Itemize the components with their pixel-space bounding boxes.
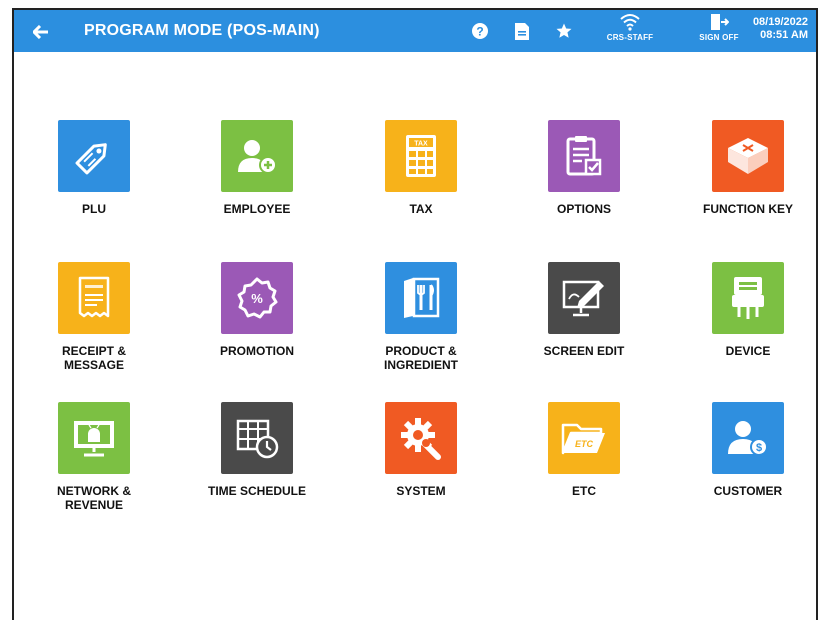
tile-label: PROMOTION [220,344,294,358]
datetime-display: 08/19/2022 08:51 AM [753,16,808,42]
gear-wrench-icon [401,418,441,460]
tax-calculator-icon: TAX [406,135,436,177]
time-text: 08:51 AM [760,29,808,41]
svg-text:TAX: TAX [414,141,428,148]
tile-icon-box [385,262,457,334]
tile-tax[interactable]: TAX TAX [356,120,486,240]
tile-label: ETC [572,484,596,498]
tile-icon-box [548,120,620,192]
tile-label: SCREEN EDIT [543,344,625,358]
calendar-clock-icon [236,419,279,459]
tile-label: FUNCTION KEY [703,202,793,216]
tile-icon-box [58,402,130,474]
monitor-pen-icon [562,280,604,317]
date-text: 08/19/2022 [752,16,808,28]
document-icon [515,22,529,40]
tile-icon-box: TAX [385,120,457,192]
svg-text:%: % [251,291,263,306]
tile-icon-box: $ [712,402,784,474]
tile-icon-box: % [221,262,293,334]
tile-customer[interactable]: $ CUSTOMER [683,402,813,522]
folder-icon: ETC [561,423,605,455]
svg-text:ETC: ETC [575,439,594,449]
exit-door-icon [711,14,729,30]
tile-label: RECEIPT & MESSAGE [61,344,126,372]
tile-plu[interactable]: PLU [29,120,159,240]
percent-badge-icon: % [237,277,278,319]
recipe-book-icon [404,277,440,318]
tile-label: CUSTOMER [713,484,783,498]
keycap-icon [728,138,768,174]
document-button[interactable] [511,20,533,42]
receipt-icon [78,276,110,318]
tile-icon-box [548,262,620,334]
wifi-label: CRS-STAFF [606,33,654,42]
price-tag-icon [75,143,107,175]
tile-label: DEVICE [725,344,771,358]
clipboard-check-icon [566,136,602,176]
back-arrow-icon [33,25,48,39]
favorite-button[interactable] [553,20,575,42]
header-bar: PROGRAM MODE (POS-MAIN) ? CRS-STAFF SIGN… [12,8,818,52]
tile-promotion[interactable]: % PROMOTION [192,262,322,382]
tile-network-revenue[interactable]: NETWORK & REVENUE [29,402,159,522]
tile-function-key[interactable]: FUNCTION KEY [683,120,813,240]
tile-icon-box: ETC [548,402,620,474]
tile-options[interactable]: OPTIONS [519,120,649,240]
tile-receipt-message[interactable]: RECEIPT & MESSAGE [29,262,159,382]
svg-text:?: ? [476,25,483,39]
tile-employee[interactable]: EMPLOYEE [192,120,322,240]
customer-dollar-icon: $ [728,421,768,456]
back-button[interactable] [28,19,54,45]
tile-label: EMPLOYEE [223,202,291,216]
svg-text:$: $ [756,442,762,454]
tile-label: TIME SCHEDULE [207,484,306,498]
tile-icon-box [385,402,457,474]
tile-etc[interactable]: ETC ETC [519,402,649,522]
tile-time-schedule[interactable]: TIME SCHEDULE [192,402,322,522]
tile-device[interactable]: DEVICE [683,262,813,382]
wifi-icon [620,14,640,31]
tile-label: PRODUCT & INGREDIENT [383,344,458,372]
tile-icon-box [712,120,784,192]
tile-label: PLU [82,202,106,216]
help-button[interactable]: ? [469,20,491,42]
add-person-icon [238,140,277,174]
tile-label: SYSTEM [396,484,446,498]
tile-system[interactable]: SYSTEM [356,402,486,522]
wifi-status-button[interactable]: CRS-STAFF [604,13,656,51]
sign-off-button[interactable]: SIGN OFF [694,13,744,51]
device-connector-icon [732,277,764,319]
tile-label: OPTIONS [556,202,611,216]
help-icon: ? [472,23,488,39]
tile-icon-box [58,262,130,334]
tile-icon-box [58,120,130,192]
tile-icon-box [221,402,293,474]
tile-screen-edit[interactable]: SCREEN EDIT [519,262,649,382]
page-title: PROGRAM MODE (POS-MAIN) [84,22,320,39]
android-monitor-icon [74,421,114,457]
star-icon [556,23,572,38]
sign-off-label: SIGN OFF [699,33,739,42]
tile-product-ingredient[interactable]: PRODUCT & INGREDIENT [356,262,486,382]
tile-label: TAX [409,202,433,216]
tile-label: NETWORK & REVENUE [57,484,131,512]
tile-icon-box [221,120,293,192]
tile-icon-box [712,262,784,334]
